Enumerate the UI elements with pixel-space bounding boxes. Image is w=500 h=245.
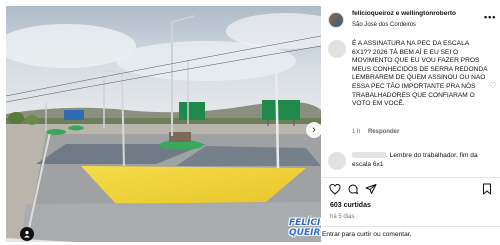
post-details-panel: felicioqueiroz e wellingtonroberto São J… bbox=[322, 6, 500, 245]
login-prompt[interactable]: Entrar para curtir ou comentar. bbox=[322, 231, 411, 238]
commenter-avatar[interactable] bbox=[328, 152, 346, 170]
post-location[interactable]: São José dos Cordeiros bbox=[352, 22, 416, 28]
post-header: felicioqueiroz e wellingtonroberto São J… bbox=[322, 6, 500, 38]
comment-meta: 1 h Responder bbox=[352, 129, 399, 135]
reply-button[interactable]: Responder bbox=[368, 129, 399, 135]
media-watermark: FELÍCIO QUEIROZ bbox=[289, 218, 321, 238]
chevron-right-icon: › bbox=[312, 123, 316, 136]
more-icon[interactable]: ••• bbox=[484, 12, 496, 22]
send-icon[interactable] bbox=[364, 182, 378, 196]
post-authors[interactable]: felicioqueiroz e wellingtonroberto bbox=[352, 10, 456, 17]
heart-icon[interactable]: ♡ bbox=[489, 81, 496, 90]
comment-text: É A ASSINATURA NA PEC DA ESCALA 6X1?? 20… bbox=[352, 40, 488, 108]
next-media-button[interactable]: › bbox=[306, 122, 321, 138]
tagged-users-button[interactable] bbox=[20, 227, 34, 241]
comment-time: 1 h bbox=[352, 129, 361, 135]
comment-icon[interactable] bbox=[346, 182, 360, 196]
post-media[interactable]: › FELÍCIO QUEIROZ bbox=[6, 6, 321, 242]
divider bbox=[322, 226, 500, 227]
post-date[interactable]: há 5 dias bbox=[330, 214, 354, 220]
author-avatar[interactable] bbox=[328, 12, 344, 28]
redacted-username bbox=[352, 152, 386, 159]
instagram-post: › FELÍCIO QUEIROZ felicioqueiroz e welli… bbox=[0, 0, 500, 245]
bookmark-icon[interactable] bbox=[480, 182, 494, 196]
user-tag-icon bbox=[24, 231, 30, 238]
post-photo bbox=[6, 6, 321, 242]
comment: É A ASSINATURA NA PEC DA ESCALA 6X1?? 20… bbox=[322, 38, 500, 144]
action-bar bbox=[322, 178, 500, 200]
like-count[interactable]: 603 curtidas bbox=[330, 202, 371, 209]
comment: . Lembre do trabalhador, fim da escala 6… bbox=[322, 150, 500, 176]
comment-text: . Lembre do trabalhador, fim da escala 6… bbox=[352, 152, 478, 168]
commenter-avatar[interactable] bbox=[328, 40, 346, 58]
heart-icon[interactable] bbox=[328, 182, 342, 196]
